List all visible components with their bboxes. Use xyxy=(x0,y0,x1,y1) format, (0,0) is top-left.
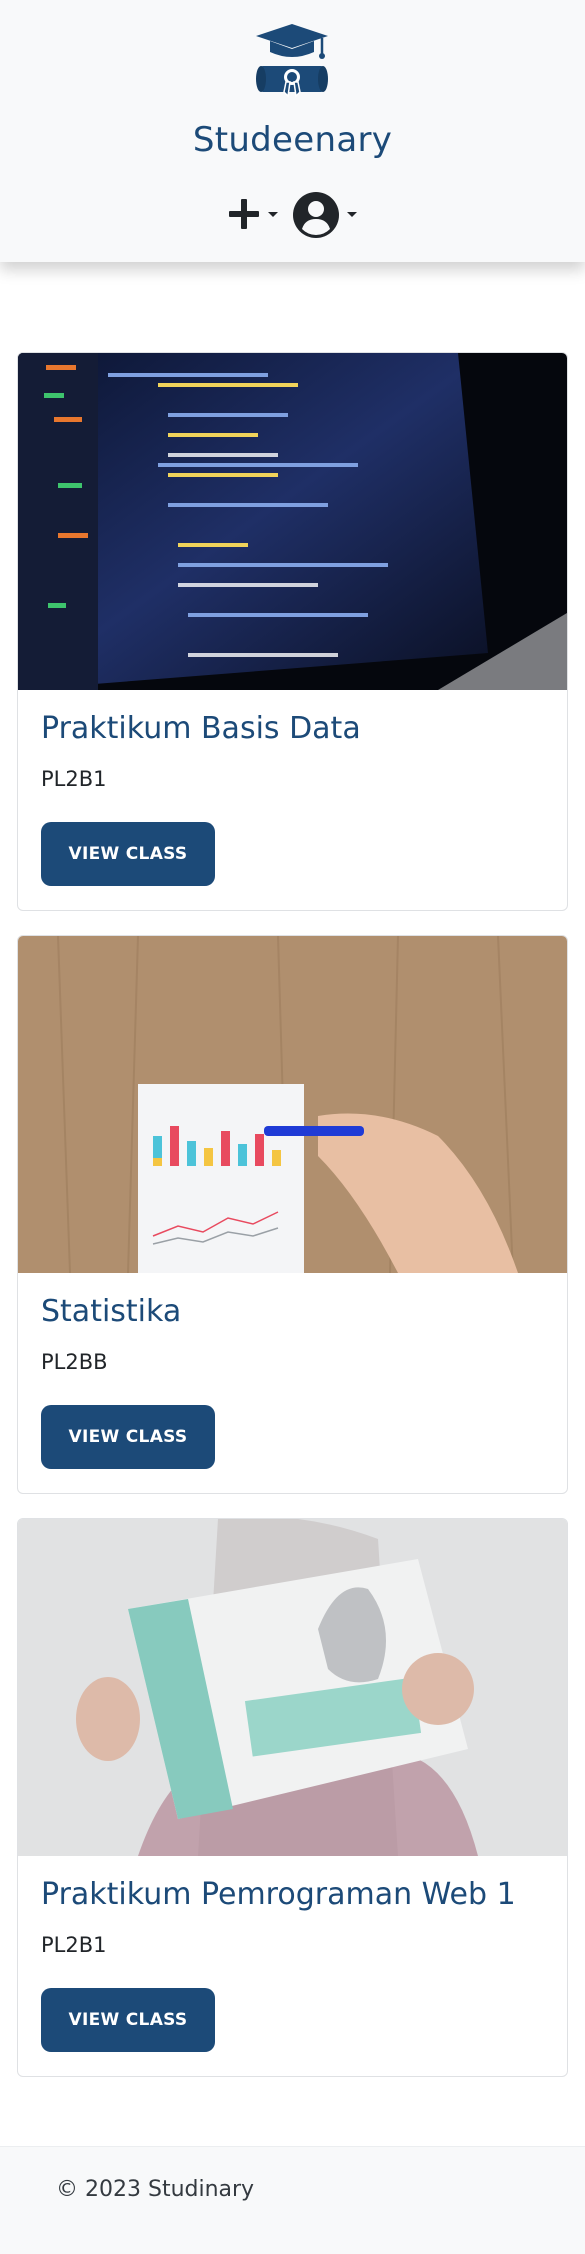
chevron-down-icon xyxy=(347,212,357,217)
class-card: Statistika PL2BB VIEW CLASS xyxy=(17,935,568,1494)
chevron-down-icon xyxy=(268,212,278,217)
class-title[interactable]: Praktikum Basis Data xyxy=(41,711,361,746)
view-class-button[interactable]: VIEW CLASS xyxy=(41,822,215,886)
copyright-text: © 2023 Studinary xyxy=(56,2177,255,2202)
class-code: PL2B1 xyxy=(41,1933,107,1957)
user-menu-dropdown[interactable] xyxy=(291,190,361,240)
view-class-button[interactable]: VIEW CLASS xyxy=(41,1988,215,2052)
navbar-actions xyxy=(225,190,365,240)
class-card-image xyxy=(18,353,567,690)
class-title[interactable]: Praktikum Pemrograman Web 1 xyxy=(41,1877,516,1912)
brand-name[interactable]: Studeenary xyxy=(0,120,585,160)
footer: © 2023 Studinary xyxy=(0,2146,585,2254)
class-card-image xyxy=(18,936,567,1273)
class-card-image xyxy=(18,1519,567,1856)
view-class-button[interactable]: VIEW CLASS xyxy=(41,1405,215,1469)
graduation-cap-logo-icon xyxy=(256,24,328,98)
top-navbar: Studeenary xyxy=(0,0,585,262)
class-code: PL2BB xyxy=(41,1350,108,1374)
class-code: PL2B1 xyxy=(41,767,107,791)
plus-icon xyxy=(229,199,259,229)
class-card: Praktikum Pemrograman Web 1 PL2B1 VIEW C… xyxy=(17,1518,568,2077)
class-title[interactable]: Statistika xyxy=(41,1294,181,1329)
add-class-dropdown[interactable] xyxy=(225,192,281,236)
user-circle-icon xyxy=(293,192,339,238)
class-card: Praktikum Basis Data PL2B1 VIEW CLASS xyxy=(17,352,568,911)
